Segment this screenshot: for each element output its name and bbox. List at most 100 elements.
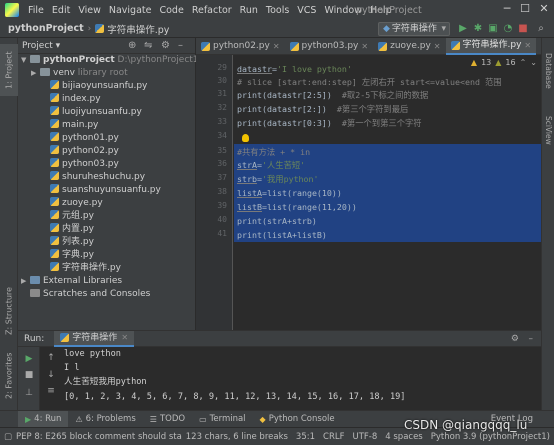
tree-file[interactable]: python01.py (18, 132, 195, 145)
tree-file[interactable]: 列表.py (18, 236, 195, 249)
python-file-icon (50, 210, 59, 219)
menu-tools[interactable]: Tools (262, 5, 293, 16)
breadcrumb-project[interactable]: pythonProject (8, 23, 84, 34)
tree-file[interactable]: bijiaoyunsuanfu.py (18, 80, 195, 93)
warning-count: 13 (481, 58, 492, 67)
inspection-widget[interactable]: ▲ 13 ▲ 16 ⌃ ⌄ (471, 58, 537, 67)
code-token-string: '人生苦短' (261, 160, 306, 170)
lightbulb-icon[interactable] (242, 134, 249, 142)
tree-file[interactable]: main.py (18, 119, 195, 132)
tool-tab-todo[interactable]: ☰ TODO (143, 411, 192, 428)
collapse-all-icon[interactable]: ⇋ (144, 40, 152, 51)
file-label: 元组.py (62, 211, 94, 221)
menu-vcs[interactable]: VCS (293, 5, 320, 16)
tree-folder-venv[interactable]: ▶ venv library root (18, 67, 195, 80)
tree-file[interactable]: 元组.py (18, 210, 195, 223)
project-view-select[interactable]: Project ▾ (22, 41, 60, 51)
editor-tab-python02[interactable]: python02.py ✕ (196, 38, 285, 55)
tree-file[interactable]: suanshuyunsuanfu.py (18, 184, 195, 197)
maximize-icon[interactable]: ☐ (518, 2, 532, 16)
tool-tab-problems[interactable]: ⚠ 6: Problems (68, 411, 142, 428)
breadcrumb-file[interactable]: 字符串操作.py (107, 22, 169, 36)
tool-tab-favorites[interactable]: 2: Favorites (0, 348, 18, 404)
tree-file[interactable]: zuoye.py (18, 197, 195, 210)
tree-external-libraries[interactable]: ▶ External Libraries (18, 275, 195, 288)
tab-label: 字符串操作.py (462, 39, 522, 50)
pin-icon[interactable]: ⊥ (23, 387, 35, 399)
menu-view[interactable]: View (74, 5, 105, 16)
close-tab-icon[interactable]: ✕ (273, 38, 280, 55)
tree-file[interactable]: python03.py (18, 158, 195, 171)
hide-panel-icon[interactable]: – (529, 334, 534, 344)
chevron-up-icon[interactable]: ⌃ (520, 58, 527, 67)
run-config-select[interactable]: ◆ 字符串操作 ▾ (378, 22, 450, 36)
debug-icon[interactable]: ✱ (472, 23, 484, 35)
menu-file[interactable]: File (24, 5, 48, 16)
chevron-down-icon[interactable]: ⌄ (530, 58, 537, 67)
stop-icon[interactable]: ■ (23, 369, 35, 381)
tree-file[interactable]: 内置.py (18, 223, 195, 236)
status-line-separator[interactable]: CRLF (319, 432, 348, 442)
panel-toggle-icon[interactable]: ▢ (4, 432, 12, 442)
tab-label: python03.py (301, 40, 359, 51)
tree-file[interactable]: 字典.py (18, 249, 195, 262)
venv-label: venv (53, 68, 75, 78)
arrow-down-icon[interactable]: ↓ (45, 369, 57, 381)
hide-panel-icon[interactable]: – (178, 40, 183, 51)
search-icon[interactable]: ⌕ (535, 23, 547, 35)
tree-file[interactable]: 字符串操作.py (18, 262, 195, 275)
status-indent[interactable]: 4 spaces (381, 432, 426, 442)
status-caret-position[interactable]: 35:1 (292, 432, 319, 442)
soft-wrap-icon[interactable]: ≡ (45, 385, 57, 397)
run-icon[interactable]: ▶ (457, 23, 469, 35)
editor-tab-active[interactable]: 字符串操作.py ✕ (445, 37, 537, 55)
status-encoding[interactable]: UTF-8 (348, 432, 381, 442)
coverage-icon[interactable]: ▣ (487, 23, 499, 35)
tool-tab-python-console[interactable]: ◆ Python Console (253, 411, 342, 428)
arrow-up-icon[interactable]: ↑ (45, 352, 57, 364)
tree-scratches[interactable]: Scratches and Consoles (18, 288, 195, 301)
run-tab[interactable]: 字符串操作 ✕ (54, 330, 135, 347)
tree-file[interactable]: shuruheshuchu.py (18, 171, 195, 184)
menu-edit[interactable]: Edit (48, 5, 74, 16)
close-tab-icon[interactable]: ✕ (121, 330, 128, 346)
tool-tab-run[interactable]: ▶ 4: Run (18, 410, 69, 428)
tree-file[interactable]: python02.py (18, 145, 195, 158)
file-label: shuruheshuchu.py (62, 172, 146, 182)
minimize-icon[interactable]: ─ (500, 2, 514, 16)
status-message[interactable]: PEP 8: E265 block comment should start .… (12, 432, 182, 442)
tool-tab-structure[interactable]: Z: Structure (0, 283, 18, 339)
settings-gear-icon[interactable]: ⚙ (161, 40, 170, 51)
editor-tab-bar: python02.py ✕ python03.py ✕ zuoye.py ✕ 字符串操… (196, 37, 554, 55)
python-file-icon (50, 119, 59, 128)
rerun-icon[interactable]: ▶ (23, 353, 35, 365)
python-file-icon (50, 184, 59, 193)
menu-navigate[interactable]: Navigate (105, 5, 156, 16)
stop-icon[interactable]: ■ (517, 23, 529, 35)
tree-file[interactable]: luojiyunsuanfu.py (18, 106, 195, 119)
editor-tab-zuoye[interactable]: zuoye.py ✕ (373, 38, 445, 55)
run-panel-header: Run: 字符串操作 ✕ ⚙ – (18, 330, 541, 347)
settings-gear-icon[interactable]: ⚙ (511, 334, 519, 344)
code-editor[interactable]: 29 30 31 32 33 34 35 36 37 38 39 40 41 ▲… (196, 55, 541, 330)
tool-tab-sciview[interactable]: SciView (542, 108, 554, 152)
close-tab-icon[interactable]: ✕ (434, 38, 441, 55)
tree-file[interactable]: index.py (18, 93, 195, 106)
status-interpreter[interactable]: Python 3.9 (pythonProject1) (427, 432, 554, 442)
tool-tab-database[interactable]: Database (542, 46, 554, 96)
menu-run[interactable]: Run (236, 5, 262, 16)
close-tab-icon[interactable]: ✕ (524, 37, 531, 54)
line-number: 30 (217, 76, 227, 85)
menu-code[interactable]: Code (155, 5, 187, 16)
file-label: 字符串操作.py (62, 263, 121, 273)
tree-root-project[interactable]: ▼ pythonProject D:\pythonProject1\pyth (18, 54, 222, 67)
editor-tab-python03[interactable]: python03.py ✕ (285, 38, 374, 55)
profile-icon[interactable]: ◔ (502, 23, 514, 35)
close-tab-icon[interactable]: ✕ (361, 38, 368, 55)
close-window-icon[interactable]: ✕ (537, 2, 551, 16)
code-line-37: strb='我用python' (237, 173, 319, 186)
locate-icon[interactable]: ⊕ (128, 40, 136, 51)
tool-tab-terminal[interactable]: ▭ Terminal (192, 411, 252, 428)
menu-refactor[interactable]: Refactor (188, 5, 236, 16)
tool-tab-project[interactable]: 1: Project (0, 44, 18, 96)
